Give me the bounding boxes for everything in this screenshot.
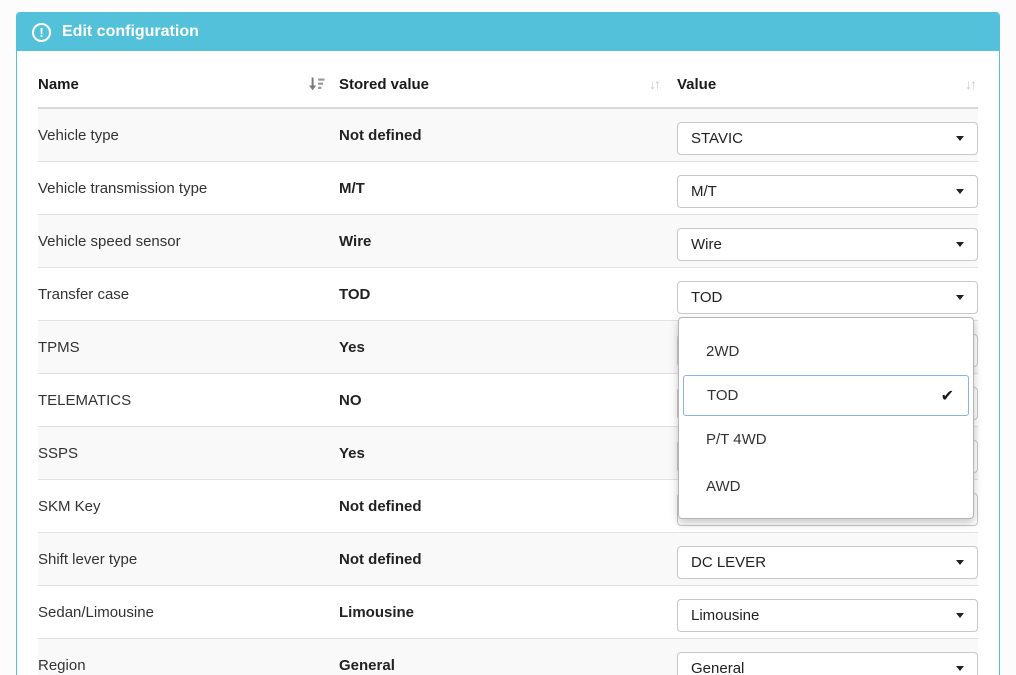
table-header: Name Stored value ↓↑ <box>38 51 978 109</box>
value-select[interactable]: DC LEVER <box>677 546 978 579</box>
chevron-down-icon <box>956 295 964 300</box>
select-value-label: TOD <box>691 289 722 306</box>
row-name: Vehicle transmission type <box>38 180 339 197</box>
stored-value: TOD <box>339 286 677 303</box>
column-label-stored-value: Stored value <box>339 76 429 93</box>
chevron-down-icon <box>956 666 964 671</box>
row-name: Region <box>38 657 339 674</box>
value-select[interactable]: TOD <box>677 281 978 314</box>
select-value-label: DC LEVER <box>691 554 766 571</box>
stored-value: Wire <box>339 233 677 250</box>
table-row: Vehicle type Not defined STAVIC <box>38 109 978 162</box>
table-row: Vehicle speed sensor Wire Wire <box>38 215 978 268</box>
select-value-label: STAVIC <box>691 130 743 147</box>
chevron-down-icon <box>956 136 964 141</box>
sort-both-icon[interactable]: ↓↑ <box>649 76 659 92</box>
stored-value: Yes <box>339 339 677 356</box>
select-value-label: General <box>691 660 744 675</box>
row-name: Transfer case <box>38 286 339 303</box>
value-select[interactable]: Wire <box>677 228 978 261</box>
value-select[interactable]: M/T <box>677 175 978 208</box>
table-row: Vehicle transmission type M/T M/T <box>38 162 978 215</box>
stored-value: Limousine <box>339 604 677 621</box>
panel-title: Edit configuration <box>62 23 199 41</box>
chevron-down-icon <box>956 560 964 565</box>
row-name: Vehicle speed sensor <box>38 233 339 250</box>
row-name: TPMS <box>38 339 339 356</box>
stored-value: Not defined <box>339 127 677 144</box>
sort-both-icon[interactable]: ↓↑ <box>965 76 975 92</box>
select-value-label: Limousine <box>691 607 759 624</box>
page: ! Edit configuration Name <box>0 0 1016 675</box>
row-name: TELEMATICS <box>38 392 339 409</box>
value-select[interactable]: Limousine <box>677 599 978 632</box>
sort-amount-desc-icon[interactable] <box>308 76 325 92</box>
dropdown-menu: 2WD TOD ✔ P/T 4WD AWD <box>678 317 974 519</box>
chevron-down-icon <box>956 613 964 618</box>
row-name: SSPS <box>38 445 339 462</box>
exclamation-circle-icon: ! <box>32 23 51 42</box>
chevron-down-icon <box>956 189 964 194</box>
row-name: SKM Key <box>38 498 339 515</box>
chevron-down-icon <box>956 242 964 247</box>
column-header-name[interactable]: Name <box>38 66 339 93</box>
value-select[interactable]: STAVIC <box>677 122 978 155</box>
stored-value: Yes <box>339 445 677 462</box>
row-name: Vehicle type <box>38 127 339 144</box>
column-label-name: Name <box>38 76 79 93</box>
dropdown-option-label: P/T 4WD <box>706 431 767 448</box>
dropdown-option-label: 2WD <box>706 343 739 360</box>
panel-header: ! Edit configuration <box>17 13 999 51</box>
row-name: Sedan/Limousine <box>38 604 339 621</box>
table-row: Region General General <box>38 639 978 675</box>
stored-value: Not defined <box>339 498 677 515</box>
dropdown-option-label: AWD <box>706 478 740 495</box>
dropdown-option[interactable]: AWD <box>679 463 973 510</box>
column-header-stored-value[interactable]: Stored value ↓↑ <box>339 66 677 93</box>
table-row: Shift lever type Not defined DC LEVER <box>38 533 978 586</box>
stored-value: Not defined <box>339 551 677 568</box>
row-name: Shift lever type <box>38 551 339 568</box>
check-icon: ✔ <box>941 386 954 406</box>
table-row: Sedan/Limousine Limousine Limousine <box>38 586 978 639</box>
dropdown-option-label: TOD <box>707 387 738 404</box>
dropdown-option[interactable]: TOD ✔ <box>683 375 969 416</box>
select-value-label: Wire <box>691 236 722 253</box>
value-select[interactable]: General <box>677 652 978 675</box>
select-value-label: M/T <box>691 183 717 200</box>
dropdown-option[interactable]: P/T 4WD <box>679 416 973 463</box>
stored-value: M/T <box>339 180 677 197</box>
column-header-value[interactable]: Value ↓↑ <box>677 66 978 93</box>
dropdown-option[interactable]: 2WD <box>679 328 973 375</box>
column-label-value: Value <box>677 76 716 93</box>
table-row: Transfer case TOD TOD <box>38 268 978 321</box>
stored-value: NO <box>339 392 677 409</box>
stored-value: General <box>339 657 677 674</box>
